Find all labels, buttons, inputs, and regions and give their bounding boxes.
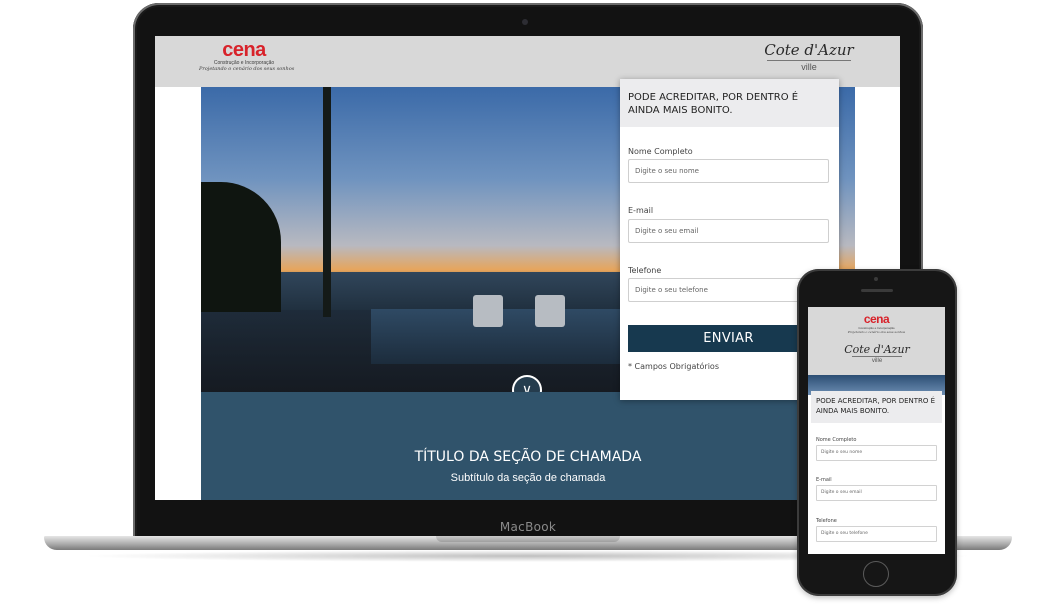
mobile-form-heading: PODE ACREDITAR, POR DENTRO É AINDA MAIS … (811, 391, 942, 423)
callout-title: TÍTULO DA SEÇÃO DE CHAMADA (414, 449, 642, 465)
mobile-phone-label: Telefone (816, 518, 837, 524)
name-input[interactable]: Digite o seu nome (628, 159, 829, 183)
hero-lounge-chair (473, 295, 503, 327)
cena-logo[interactable]: cena Construção e Incorporação Projetand… (199, 39, 295, 72)
phone-home-button[interactable] (863, 561, 889, 587)
cote-logo-name: Cote d'Azur (764, 41, 854, 59)
laptop-camera (522, 19, 528, 25)
cena-logo-name: cena (222, 39, 266, 61)
hero-palm-trunk (323, 87, 331, 317)
callout-section: TÍTULO DA SEÇÃO DE CHAMADA Subtítulo da … (201, 392, 855, 500)
laptop-notch (436, 536, 620, 542)
form-heading: PODE ACREDITAR, POR DENTRO É AINDA MAIS … (620, 79, 839, 127)
phone-camera (874, 277, 878, 281)
mobile-cena-logo[interactable]: cena Construção e Incorporação Projetand… (808, 312, 945, 334)
cena-logo-tagline: Projetando o cenário dos seus sonhos (847, 330, 906, 334)
chevron-down-icon[interactable]: ∨ (512, 375, 542, 392)
email-input[interactable]: Digite o seu email (628, 219, 829, 243)
cote-logo-sub: ville (852, 356, 902, 365)
required-note: * Campos Obrigatórios (628, 362, 719, 371)
cote-dazur-logo[interactable]: Cote d'Azur ville (761, 41, 857, 73)
mobile-email-input[interactable]: Digite o seu email (816, 485, 937, 501)
cena-logo-tagline: Projetando o cenário dos seus sonhos (199, 66, 295, 72)
hero-trees (201, 182, 281, 312)
phone-screen: cena Construção e Incorporação Projetand… (808, 307, 945, 554)
cote-logo-sub: ville (767, 60, 851, 72)
mobile-name-input[interactable]: Digite o seu nome (816, 445, 937, 461)
email-label: E-mail (628, 206, 654, 215)
cote-logo-name: Cote d'Azur (844, 343, 910, 356)
name-label: Nome Completo (628, 147, 693, 156)
mobile-name-label: Nome Completo (816, 437, 857, 443)
mobile-cote-logo[interactable]: Cote d'Azur ville (842, 343, 912, 365)
cena-logo-name: cena (863, 312, 890, 326)
phone-speaker (861, 289, 893, 292)
mobile-email-label: E-mail (816, 477, 832, 483)
mobile-header: cena Construção e Incorporação Projetand… (808, 307, 945, 375)
mobile-phone-input[interactable]: Digite o seu telefone (816, 526, 937, 542)
hero-lounge-chair (535, 295, 565, 327)
mobile-contact-form: PODE ACREDITAR, POR DENTRO É AINDA MAIS … (811, 391, 942, 554)
phone-label: Telefone (628, 266, 662, 275)
callout-subtitle: Subtítulo da seção de chamada (450, 472, 606, 484)
